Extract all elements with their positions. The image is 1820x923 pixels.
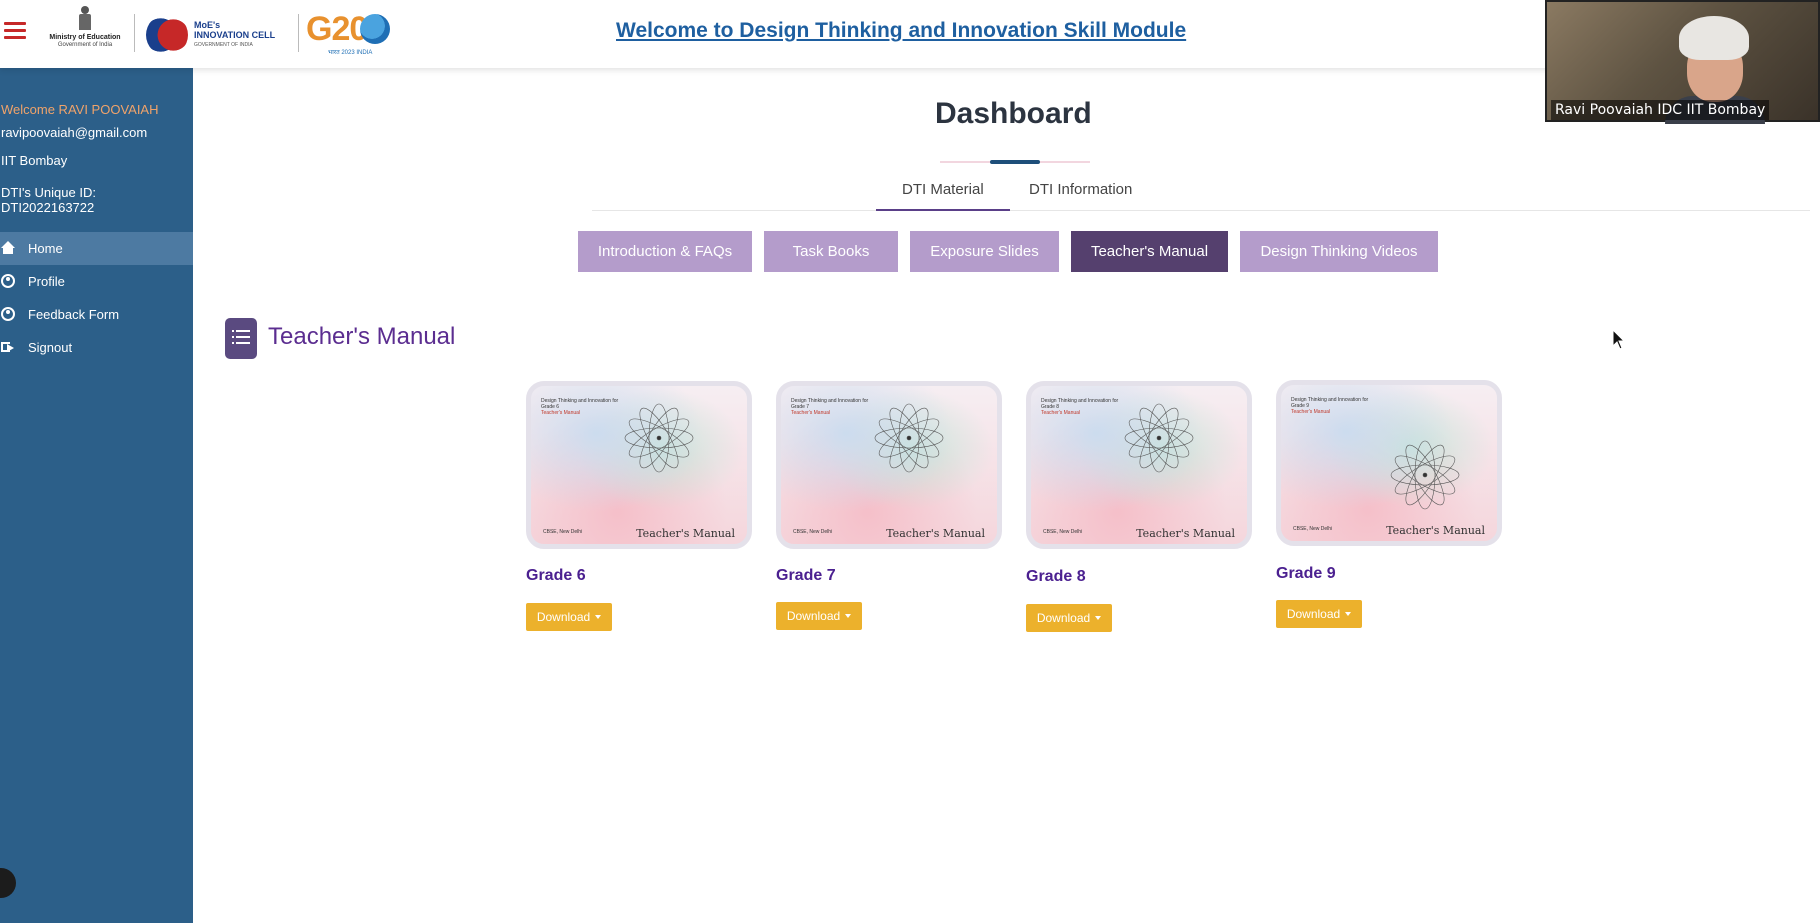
tab-dti-information[interactable]: DTI Information [1003,181,1158,211]
cover-org: CBSE, New Delhi [793,529,833,535]
task-books-button[interactable]: Task Books [764,231,898,272]
sidebar-item-profile[interactable]: Profile [0,265,193,298]
mic-line3: GOVERNMENT OF INDIA [194,42,253,48]
unique-id-value: DTI2022163722 [1,200,95,215]
download-button[interactable]: Download [1276,600,1362,628]
moe-logo-text: Ministry of Education [49,34,121,41]
cover-org: CBSE, New Delhi [543,529,583,535]
grade-label: Grade 8 [1026,568,1086,585]
caret-down-icon [845,614,852,618]
manual-cover-grade-8[interactable]: Design Thinking and Innovation for Grade… [1026,381,1252,549]
moe-logo-subtext: Government of India [57,42,113,48]
cover-label: Teacher's Manual [1136,527,1235,540]
grade-label: Grade 7 [776,567,836,584]
download-button[interactable]: Download [1026,604,1112,632]
signout-icon [1,340,15,354]
teachers-manual-button[interactable]: Teacher's Manual [1071,231,1228,272]
mandala-icon [1385,435,1465,515]
grade-label: Grade 9 [1276,565,1336,582]
sidebar-item-home[interactable]: Home [0,232,193,265]
download-button[interactable]: Download [526,603,612,631]
download-button[interactable]: Download [776,602,862,630]
sidebar-item-feedback-form[interactable]: Feedback Form [0,298,193,331]
list-icon [225,318,257,359]
cover-title: Design Thinking and Innovation for Grade… [1041,398,1119,410]
cover-label: Teacher's Manual [636,527,735,540]
sidebar-item-label: Signout [28,340,73,355]
sidebar-item-label: Home [28,241,63,256]
introduction-faqs-button[interactable]: Introduction & FAQs [578,231,752,272]
download-label: Download [536,610,591,624]
video-participant-tile[interactable]: Ravi Poovaiah IDC IIT Bombay [1545,0,1820,124]
design-thinking-videos-button[interactable]: Design Thinking Videos [1240,231,1438,272]
tabs-divider [592,210,1810,211]
home-icon [1,241,15,255]
sidebar-item-label: Feedback Form [28,307,120,322]
sidebar-item-signout[interactable]: Signout [0,331,193,364]
tab-dti-material[interactable]: DTI Material [876,181,1010,211]
mic-line2: INNOVATION CELL [194,30,276,40]
welcome-text: Welcome RAVI POOVAIAH [1,102,159,117]
g20-subtext: भारत 2023 INDIA [328,50,373,56]
manual-cover-grade-6[interactable]: Design Thinking and Innovation for Grade… [526,381,752,549]
cover-org: CBSE, New Delhi [1043,529,1083,535]
header-divider [134,14,135,52]
unique-id-label: DTI's Unique ID: [1,185,96,200]
globe-icon [360,14,390,44]
innovation-cell-gear-icon [146,14,188,56]
mandala-icon [1119,398,1199,478]
sidebar-nav: Home Profile Feedback Form Signout [0,232,193,364]
mandala-icon [869,398,949,478]
page-title: Dashboard [935,97,1092,130]
g20-logo: G20 भारत 2023 INDIA [306,10,396,58]
manual-cover-grade-9[interactable]: Design Thinking and Innovation for Grade… [1276,380,1502,546]
header-divider [298,14,299,52]
download-label: Download [1036,611,1091,625]
cover-label: Teacher's Manual [886,527,985,540]
cover-title: Design Thinking and Innovation for Grade… [541,398,619,410]
participant-name: Ravi Poovaiah IDC IIT Bombay [1551,100,1770,120]
national-emblem-icon [76,6,94,32]
user-icon [1,307,15,321]
cover-title: Design Thinking and Innovation for Grade… [791,398,869,410]
caret-down-icon [1095,616,1102,620]
mouse-cursor-icon [1612,329,1626,350]
cover-title: Design Thinking and Innovation for Grade… [1291,397,1369,409]
sidebar-item-label: Profile [28,274,65,289]
title-underline-accent [990,160,1040,164]
caret-down-icon [595,615,602,619]
user-organization: IIT Bombay [1,153,68,168]
exposure-slides-button[interactable]: Exposure Slides [910,231,1059,272]
menu-icon[interactable] [4,22,26,40]
cover-subtitle: Teacher's Manual [791,410,831,416]
grade-label: Grade 6 [526,567,586,584]
manual-cover-grade-7[interactable]: Design Thinking and Innovation for Grade… [776,381,1002,549]
user-icon [1,274,15,288]
download-label: Download [1286,607,1341,621]
download-label: Download [786,609,841,623]
innovation-cell-logo: MoE's INNOVATION CELL GOVERNMENT OF INDI… [146,12,286,56]
page-header-title[interactable]: Welcome to Design Thinking and Innovatio… [616,19,1186,43]
cover-org: CBSE, New Delhi [1293,526,1333,532]
cover-subtitle: Teacher's Manual [1041,410,1081,416]
cover-label: Teacher's Manual [1386,524,1485,537]
mandala-icon [619,398,699,478]
cover-subtitle: Teacher's Manual [541,410,581,416]
sidebar: Welcome RAVI POOVAIAH ravipoovaiah@gmail… [0,68,193,923]
floating-chat-button[interactable] [0,868,16,898]
user-email: ravipoovaiah@gmail.com [1,125,148,140]
caret-down-icon [1345,612,1352,616]
ministry-of-education-logo: Ministry of Education Government of Indi… [44,6,126,58]
section-title: Teacher's Manual [268,323,456,350]
cover-subtitle: Teacher's Manual [1291,409,1331,415]
mic-line1: MoE's [194,20,221,30]
